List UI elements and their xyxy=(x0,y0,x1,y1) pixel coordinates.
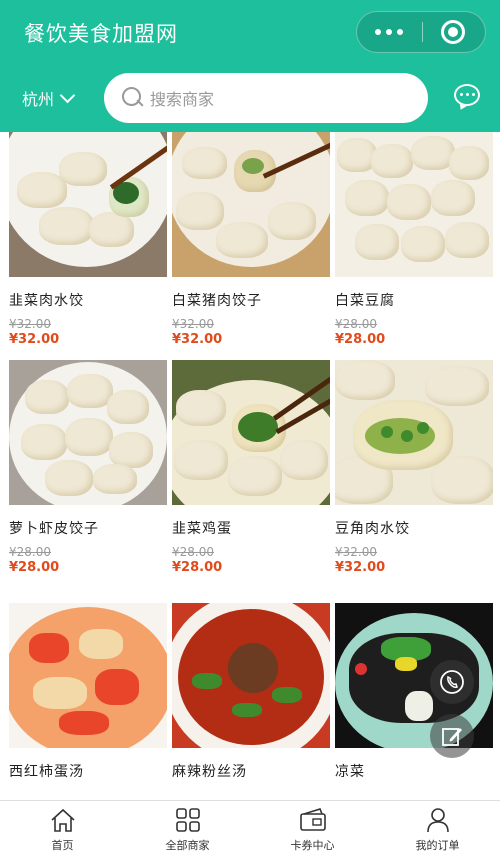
capsule-divider xyxy=(422,22,423,42)
product-card[interactable]: 韭菜肉水饺 ¥32.00 ¥32.00 xyxy=(9,132,167,347)
search-icon xyxy=(122,87,144,109)
product-name: 韭菜肉水饺 xyxy=(9,293,84,309)
product-card[interactable]: 萝卜虾皮饺子 ¥28.00 ¥28.00 xyxy=(9,360,167,575)
search-placeholder: 搜索商家 xyxy=(150,90,215,109)
product-image xyxy=(335,132,493,277)
tab-label: 卡券中心 xyxy=(290,839,335,852)
miniprogram-capsule xyxy=(356,11,486,53)
product-image xyxy=(9,603,167,748)
chevron-down-icon xyxy=(59,87,76,103)
product-name: 白菜猪肉饺子 xyxy=(172,293,262,309)
product-original-price: ¥28.00 xyxy=(9,545,51,559)
tab-label: 首页 xyxy=(51,839,74,852)
header-bar: 餐饮美食加盟网 杭州 搜索商家 xyxy=(0,0,500,132)
phone-call-button[interactable] xyxy=(430,660,474,704)
city-label: 杭州 xyxy=(22,90,55,109)
product-name: 白菜豆腐 xyxy=(335,293,395,309)
product-original-price: ¥32.00 xyxy=(335,545,377,559)
product-name: 萝卜虾皮饺子 xyxy=(9,521,99,537)
home-icon xyxy=(50,808,75,832)
edit-button[interactable] xyxy=(430,714,474,758)
app-title: 餐饮美食加盟网 xyxy=(24,22,178,46)
product-name: 凉菜 xyxy=(335,764,365,780)
message-icon[interactable] xyxy=(454,84,480,106)
product-grid: 韭菜肉水饺 ¥32.00 ¥32.00 白菜猪肉饺子 ¥32.00 ¥32.00 xyxy=(0,132,500,800)
phone-icon xyxy=(440,670,464,694)
product-original-price: ¥28.00 xyxy=(172,545,214,559)
tab-label: 全部商家 xyxy=(165,839,210,852)
product-original-price: ¥32.00 xyxy=(9,317,51,331)
product-card[interactable]: 白菜豆腐 ¥28.00 ¥28.00 xyxy=(335,132,493,347)
city-selector[interactable]: 杭州 xyxy=(22,86,76,110)
ticket-icon xyxy=(299,808,326,831)
more-menu-button[interactable] xyxy=(357,12,421,52)
bottom-tab-bar: 首页 全部商家 卡券中心 我的订单 xyxy=(0,800,500,862)
product-image xyxy=(9,132,167,277)
product-card[interactable]: 白菜猪肉饺子 ¥32.00 ¥32.00 xyxy=(172,132,330,347)
product-name: 豆角肉水饺 xyxy=(335,521,410,537)
product-image xyxy=(172,603,330,748)
product-name: 韭菜鸡蛋 xyxy=(172,521,232,537)
tab-my-orders[interactable]: 我的订单 xyxy=(375,801,500,862)
product-card[interactable]: 豆角肉水饺 ¥32.00 ¥32.00 xyxy=(335,360,493,575)
product-original-price: ¥32.00 xyxy=(172,317,214,331)
product-card[interactable]: 韭菜鸡蛋 ¥28.00 ¥28.00 xyxy=(172,360,330,575)
product-price: ¥28.00 xyxy=(335,332,386,347)
product-image xyxy=(335,360,493,505)
product-image xyxy=(172,360,330,505)
search-input[interactable]: 搜索商家 xyxy=(104,73,428,123)
tab-label: 我的订单 xyxy=(415,839,460,852)
grid-icon xyxy=(175,808,200,832)
product-name: 麻辣粉丝汤 xyxy=(172,764,247,780)
tab-coupon-center[interactable]: 卡券中心 xyxy=(250,801,375,862)
product-price: ¥28.00 xyxy=(9,560,60,575)
product-original-price: ¥28.00 xyxy=(335,317,377,331)
user-icon xyxy=(426,808,449,833)
product-price: ¥32.00 xyxy=(172,332,223,347)
product-price: ¥28.00 xyxy=(172,560,223,575)
product-image xyxy=(172,132,330,277)
product-price: ¥32.00 xyxy=(9,332,60,347)
tab-home[interactable]: 首页 xyxy=(0,801,125,862)
close-miniprogram-button[interactable] xyxy=(441,20,465,44)
product-name: 西红柿蛋汤 xyxy=(9,764,84,780)
product-image xyxy=(9,360,167,505)
product-price: ¥32.00 xyxy=(335,560,386,575)
product-card[interactable]: 麻辣粉丝汤 xyxy=(172,603,330,781)
product-card[interactable]: 西红柿蛋汤 xyxy=(9,603,167,781)
target-icon xyxy=(448,27,458,37)
tab-all-merchants[interactable]: 全部商家 xyxy=(125,801,250,862)
edit-icon xyxy=(442,728,462,746)
